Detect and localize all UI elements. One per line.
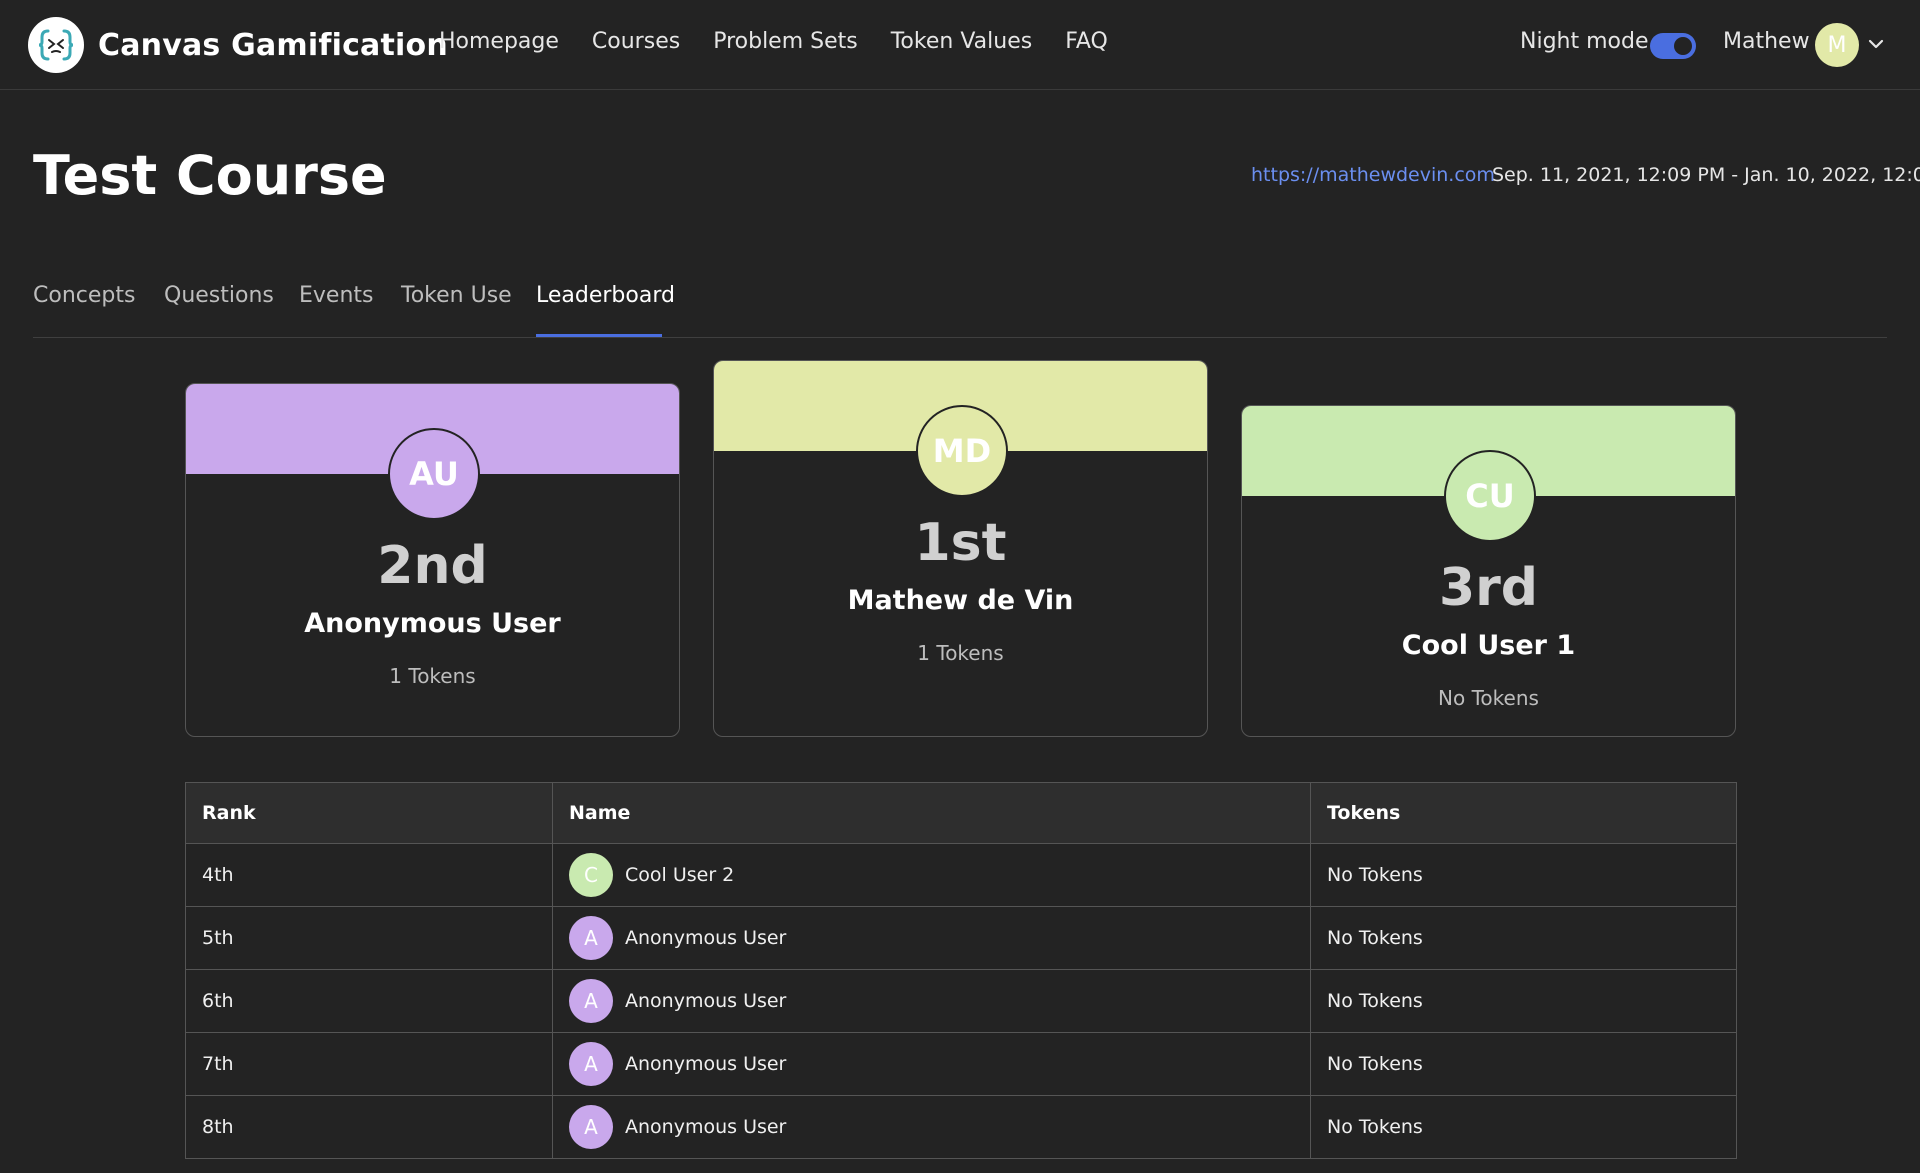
rank-cell: 4th xyxy=(185,843,553,907)
user-name: Anonymous User xyxy=(625,990,787,1012)
name-cell: C Cool User 2 xyxy=(569,853,1294,897)
table-header-row: Rank Name Tokens xyxy=(185,782,1737,844)
column-header-name: Name xyxy=(552,782,1311,844)
card-user-name: Mathew de Vin xyxy=(847,585,1074,616)
name-cell: A Anonymous User xyxy=(569,1105,1294,1149)
brand-name[interactable]: Canvas Gamification xyxy=(98,28,448,63)
podium-card-2nd: AU 2nd Anonymous User 1 Tokens xyxy=(185,383,680,737)
name-cell: A Anonymous User xyxy=(569,979,1294,1023)
rank-cell: 5th xyxy=(185,906,553,970)
brand[interactable]: Canvas Gamification xyxy=(28,17,448,73)
card-tokens: 1 Tokens xyxy=(917,641,1004,665)
name-cell-container: A Anonymous User xyxy=(552,1032,1311,1096)
avatar: MD xyxy=(916,405,1008,497)
tab-concepts[interactable]: Concepts xyxy=(33,283,135,308)
name-cell-container: A Anonymous User xyxy=(552,969,1311,1033)
user-name[interactable]: Mathew xyxy=(1723,29,1810,54)
user-name: Anonymous User xyxy=(625,927,787,949)
page-title: Test Course xyxy=(33,144,387,207)
braces-face-logo-icon xyxy=(28,17,84,73)
user-name: Anonymous User xyxy=(625,1116,787,1138)
table-row: 8th A Anonymous User No Tokens xyxy=(185,1095,1737,1159)
card-rank: 2nd xyxy=(377,536,488,596)
table-row: 7th A Anonymous User No Tokens xyxy=(185,1032,1737,1096)
avatar: A xyxy=(569,1042,613,1086)
avatar: A xyxy=(569,1105,613,1149)
rank-cell: 6th xyxy=(185,969,553,1033)
active-tab-indicator xyxy=(536,334,662,337)
user-name: Anonymous User xyxy=(625,1053,787,1075)
avatar: AU xyxy=(388,428,480,520)
card-rank: 1st xyxy=(914,513,1007,573)
rank-cell: 7th xyxy=(185,1032,553,1096)
tab-leaderboard[interactable]: Leaderboard xyxy=(536,283,675,308)
toggle-knob xyxy=(1674,37,1692,55)
name-cell-container: A Anonymous User xyxy=(552,906,1311,970)
avatar: CU xyxy=(1444,450,1536,542)
chevron-down-icon[interactable] xyxy=(1866,34,1886,54)
name-cell: A Anonymous User xyxy=(569,1042,1294,1086)
top-navbar: Canvas Gamification Homepage Courses Pro… xyxy=(0,0,1920,90)
column-header-rank: Rank xyxy=(185,782,553,844)
course-dates: Sep. 11, 2021, 12:09 PM - Jan. 10, 2022,… xyxy=(1492,164,1920,186)
course-tabs: Concepts Questions Events Token Use Lead… xyxy=(33,283,1887,338)
avatar: A xyxy=(569,979,613,1023)
leaderboard-table: Rank Name Tokens 4th C Cool User 2 No To… xyxy=(185,782,1737,1159)
tokens-cell: No Tokens xyxy=(1310,969,1737,1033)
tab-events[interactable]: Events xyxy=(299,283,374,308)
course-url-link[interactable]: https://mathewdevin.com xyxy=(1251,164,1495,186)
card-user-name: Anonymous User xyxy=(304,608,561,639)
podium-card-1st: MD 1st Mathew de Vin 1 Tokens xyxy=(713,360,1208,737)
tokens-cell: No Tokens xyxy=(1310,843,1737,907)
tab-questions[interactable]: Questions xyxy=(164,283,274,308)
tab-token-use[interactable]: Token Use xyxy=(401,283,512,308)
tokens-cell: No Tokens xyxy=(1310,1095,1737,1159)
avatar: A xyxy=(569,916,613,960)
avatar: C xyxy=(569,853,613,897)
name-cell: A Anonymous User xyxy=(569,916,1294,960)
nav-link-token-values[interactable]: Token Values xyxy=(891,29,1032,54)
table-row: 6th A Anonymous User No Tokens xyxy=(185,969,1737,1033)
nav-link-faq[interactable]: FAQ xyxy=(1065,29,1108,54)
podium-card-3rd: CU 3rd Cool User 1 No Tokens xyxy=(1241,405,1736,737)
nav-link-courses[interactable]: Courses xyxy=(592,29,680,54)
nav-link-problem-sets[interactable]: Problem Sets xyxy=(713,29,858,54)
tokens-cell: No Tokens xyxy=(1310,1032,1737,1096)
user-name: Cool User 2 xyxy=(625,864,735,886)
card-tokens: No Tokens xyxy=(1438,686,1539,710)
card-user-name: Cool User 1 xyxy=(1401,630,1576,661)
night-mode-label: Night mode xyxy=(1520,29,1649,54)
night-mode-toggle[interactable] xyxy=(1650,33,1696,59)
name-cell-container: A Anonymous User xyxy=(552,1095,1311,1159)
nav-links: Homepage Courses Problem Sets Token Valu… xyxy=(439,29,1141,54)
rank-cell: 8th xyxy=(185,1095,553,1159)
tokens-cell: No Tokens xyxy=(1310,906,1737,970)
nav-link-homepage[interactable]: Homepage xyxy=(439,29,559,54)
user-avatar[interactable]: M xyxy=(1815,23,1859,67)
card-tokens: 1 Tokens xyxy=(389,664,476,688)
column-header-tokens: Tokens xyxy=(1310,782,1737,844)
table-row: 5th A Anonymous User No Tokens xyxy=(185,906,1737,970)
card-rank: 3rd xyxy=(1438,558,1539,618)
table-row: 4th C Cool User 2 No Tokens xyxy=(185,843,1737,907)
name-cell-container: C Cool User 2 xyxy=(552,843,1311,907)
